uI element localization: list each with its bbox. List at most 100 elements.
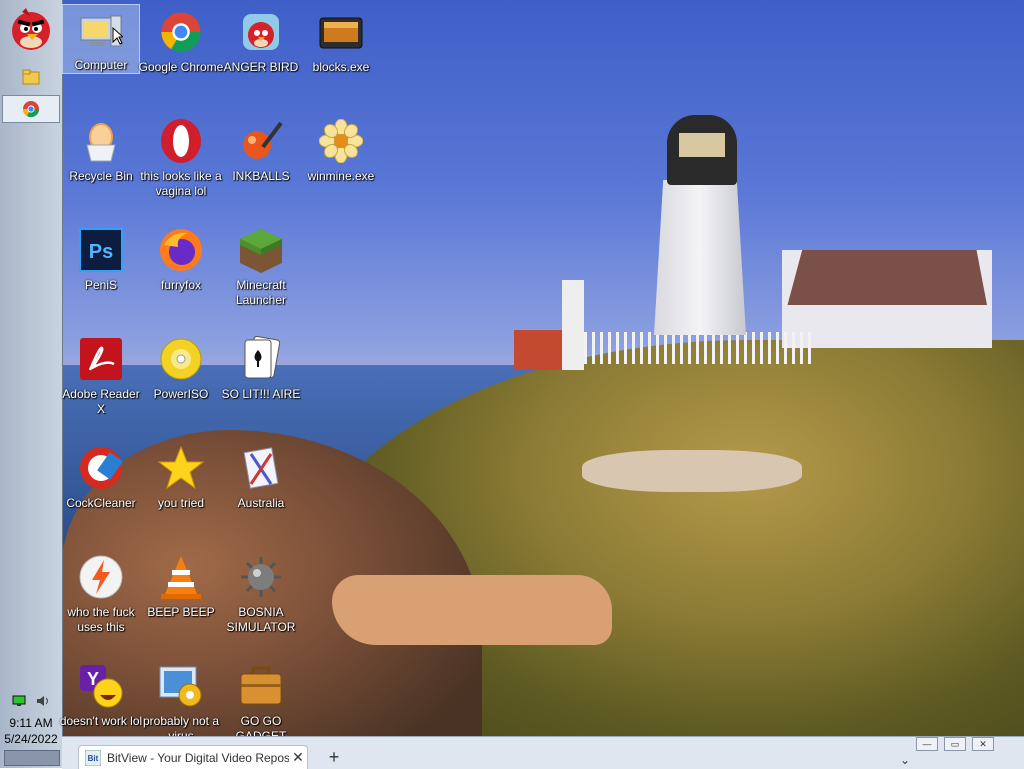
desktop-icon-solitaire[interactable]: SO LIT!!! AIRE (222, 331, 300, 402)
start-button[interactable] (8, 6, 54, 52)
desktop-icon-inkballs[interactable]: INKBALLS (222, 113, 300, 184)
desktop-icon-anger-bird[interactable]: ANGER BIRD (222, 4, 300, 75)
taskbar-pin-chrome[interactable] (2, 95, 60, 123)
desktop-icon-adobe-reader[interactable]: Adobe Reader X (62, 331, 140, 417)
desktop-icon-label: Computer (74, 58, 128, 72)
browser-window[interactable]: Bit BitView - Your Digital Video Reposit… (62, 736, 1024, 769)
angry-bird-start-icon (12, 8, 50, 50)
desktop-icon-yahoo[interactable]: Y doesn't work lol (60, 658, 142, 729)
desktop-icon-label: blocks.exe (312, 60, 370, 74)
desktop-icon-label: INKBALLS (232, 169, 290, 183)
system-tray: 9:11 AM 5/24/2022 (0, 695, 62, 747)
desktop-icon-label: SO LIT!!! AIRE (221, 387, 301, 401)
lighthouse-tower (654, 180, 746, 335)
bitview-favicon-icon: Bit (85, 749, 101, 766)
show-desktop-button[interactable] (4, 750, 60, 766)
window-controls: — ▭ ✕ (916, 737, 994, 751)
desktop-icon-label: BOSNIA SIMULATOR (226, 605, 296, 634)
desktop-icon-opera[interactable]: this looks like a vagina lol (140, 113, 222, 199)
folder-icon (22, 69, 40, 85)
clock-date[interactable]: 5/24/2022 (0, 731, 62, 747)
desktop-icon-label: Australia (237, 496, 285, 510)
blocks-icon (319, 17, 363, 49)
volume-icon[interactable] (36, 695, 50, 707)
close-window-button[interactable]: ✕ (972, 737, 994, 751)
desktop-icon-label: CockCleaner (66, 496, 136, 510)
opera-icon (161, 119, 201, 163)
desktop-icon-google-chrome[interactable]: Google Chrome (139, 4, 223, 75)
flower-icon (319, 119, 363, 163)
lighthouse-lantern (667, 115, 737, 185)
mine-icon (241, 557, 281, 597)
settings-icon (159, 666, 202, 707)
taskbar-pin-folder[interactable] (2, 63, 60, 91)
browser-tab-bitview[interactable]: Bit BitView - Your Digital Video Reposit… (78, 745, 308, 769)
close-tab-icon[interactable]: ✕ (289, 749, 307, 766)
wallpaper-rock (582, 450, 802, 492)
wallpaper-roof (787, 250, 987, 305)
desktop-icon-winmine[interactable]: winmine.exe (302, 113, 380, 184)
yahoo-icon: Y (80, 665, 123, 708)
desktop-icon-ccleaner[interactable]: CockCleaner (62, 440, 140, 511)
desktop-icon-label: PeniS (84, 278, 118, 292)
inkball-icon (243, 121, 283, 159)
taskbar: 9:11 AM 5/24/2022 (0, 0, 63, 768)
desktop-icon-label: BEEP BEEP (147, 605, 215, 619)
desktop-icon-photoshop[interactable]: Ps PeniS (62, 222, 140, 293)
firefox-icon (160, 229, 202, 271)
new-tab-button[interactable]: + (324, 747, 344, 768)
desktop-icon-label: Adobe Reader X (62, 387, 140, 416)
chrome-icon (161, 12, 201, 52)
minimize-button[interactable]: — (916, 737, 938, 751)
desktop-icon-poweriso[interactable]: PowerISO (142, 331, 220, 402)
chrome-icon (22, 101, 40, 118)
maximize-button[interactable]: ▭ (944, 737, 966, 751)
angry-bird-icon (243, 14, 279, 50)
desktop-icon-go-go-gadget[interactable]: GO GO GADGET (222, 658, 300, 744)
wallpaper-fence (584, 332, 814, 364)
adobe-reader-icon (80, 338, 122, 380)
desktop-icon-label: who the fuck uses this (67, 605, 135, 634)
desktop-icon-vlc[interactable]: BEEP BEEP (142, 549, 220, 620)
desktop-icon-firefox[interactable]: furryfox (142, 222, 220, 293)
photoshop-icon: Ps (79, 228, 123, 272)
ccleaner-icon (80, 447, 123, 489)
desktop-icon-bosnia-simulator[interactable]: BOSNIA SIMULATOR (222, 549, 300, 635)
tab-search-dropdown-icon[interactable]: ⌄ (900, 753, 910, 767)
cards-icon (244, 336, 281, 379)
desktop-icon-you-tried[interactable]: you tried (142, 440, 220, 511)
desktop-icon-label: doesn't work lol (59, 714, 143, 728)
star-icon (158, 445, 204, 490)
briefcase-icon (240, 666, 282, 705)
browser-tab-title: BitView - Your Digital Video Repository (107, 750, 289, 765)
disc-icon (160, 338, 202, 380)
desktop-icon-label: Recycle Bin (69, 169, 133, 183)
desktop-icon-australia[interactable]: Australia (222, 440, 300, 511)
desktop-icon-label: ANGER BIRD (223, 60, 299, 74)
desktop-icon-label: winmine.exe (307, 169, 375, 183)
desktop-icon-recycle-bin[interactable]: Recycle Bin (62, 113, 140, 184)
desktop-icon-label: Google Chrome (138, 60, 224, 74)
desktop-icon-label: PowerISO (153, 387, 209, 401)
desktop-icon-computer[interactable]: Computer (62, 4, 140, 74)
desktop-icon-winamp[interactable]: who the fuck uses this (62, 549, 140, 635)
desktop-icon-label: this looks like a vagina lol (140, 169, 222, 198)
desktop-icon-blocks[interactable]: blocks.exe (302, 4, 380, 75)
svg-text:Bit: Bit (88, 754, 99, 763)
desktop-icon-probably-not-a-virus[interactable]: probably not a virus (142, 658, 220, 744)
wallpaper-rock (332, 575, 612, 645)
desktop-icon-label: you tried (157, 496, 205, 510)
desktop-icon-label: Minecraft Launcher (235, 278, 287, 307)
minecraft-icon (240, 229, 282, 273)
winamp-icon (79, 555, 123, 599)
recycle-bin-icon (86, 123, 116, 162)
vlc-icon (161, 556, 201, 599)
wallpaper-chimney (562, 280, 584, 370)
desktop-icon-minecraft[interactable]: Minecraft Launcher (222, 222, 300, 308)
desktop-icon-label: furryfox (160, 278, 201, 292)
network-icon[interactable] (12, 695, 26, 707)
gift-icon (243, 447, 279, 489)
computer-icon (80, 15, 123, 46)
clock-time[interactable]: 9:11 AM (0, 715, 62, 731)
svg-text:Ps: Ps (89, 241, 113, 263)
